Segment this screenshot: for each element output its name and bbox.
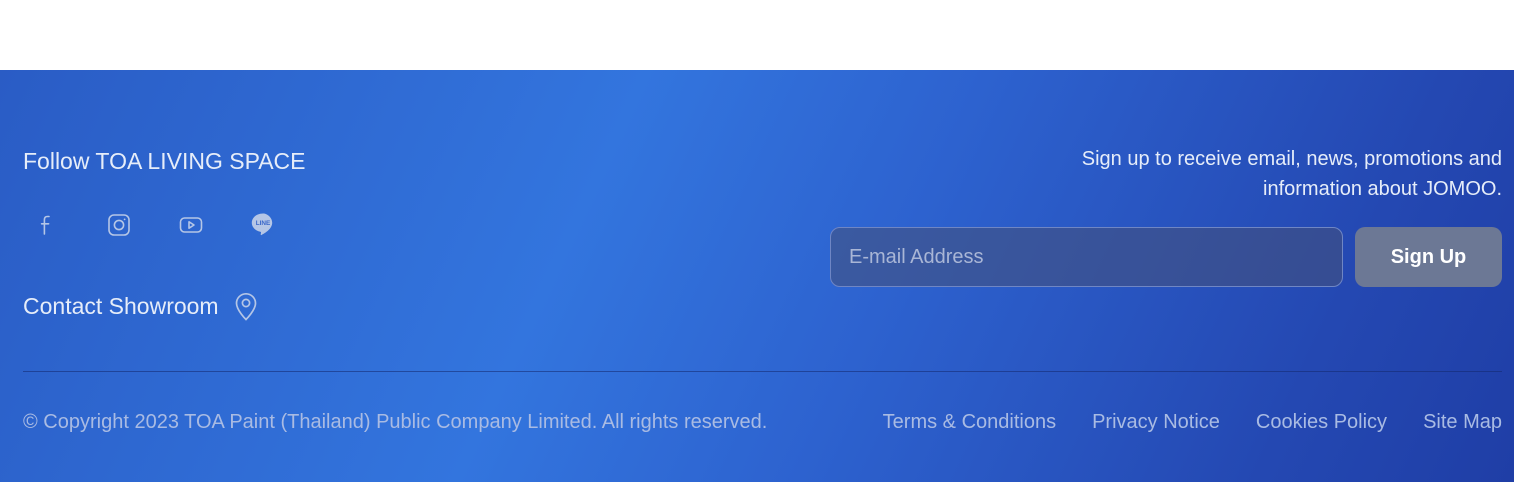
top-blank-area	[0, 0, 1514, 70]
follow-title: Follow TOA LIVING SPACE	[23, 148, 306, 174]
svg-text:LINE: LINE	[256, 220, 271, 227]
terms-and-conditions-link[interactable]: Terms & Conditions	[883, 411, 1056, 434]
site-map-link[interactable]: Site Map	[1423, 411, 1502, 434]
copyright-text: © Copyright 2023 TOA Paint (Thailand) Pu…	[23, 411, 768, 433]
site-footer: Follow TOA LIVING SPACE LINE Contact Sho…	[0, 70, 1514, 482]
facebook-icon[interactable]	[34, 212, 60, 238]
location-pin-icon	[233, 290, 259, 322]
instagram-icon[interactable]	[106, 212, 132, 238]
privacy-notice-link[interactable]: Privacy Notice	[1092, 411, 1220, 434]
footer-divider	[23, 371, 1502, 372]
email-address-input[interactable]	[830, 227, 1343, 287]
sign-up-button[interactable]: Sign Up	[1355, 227, 1502, 287]
contact-showroom-link[interactable]: Contact Showroom	[23, 290, 259, 322]
line-icon[interactable]: LINE	[250, 212, 276, 238]
newsletter-description: Sign up to receive email, news, promotio…	[1081, 148, 1502, 200]
legal-links: Terms & Conditions Privacy Notice Cookie…	[847, 411, 1502, 434]
contact-showroom-label: Contact Showroom	[23, 292, 219, 319]
youtube-icon[interactable]	[178, 212, 204, 238]
cookies-policy-link[interactable]: Cookies Policy	[1256, 411, 1387, 434]
